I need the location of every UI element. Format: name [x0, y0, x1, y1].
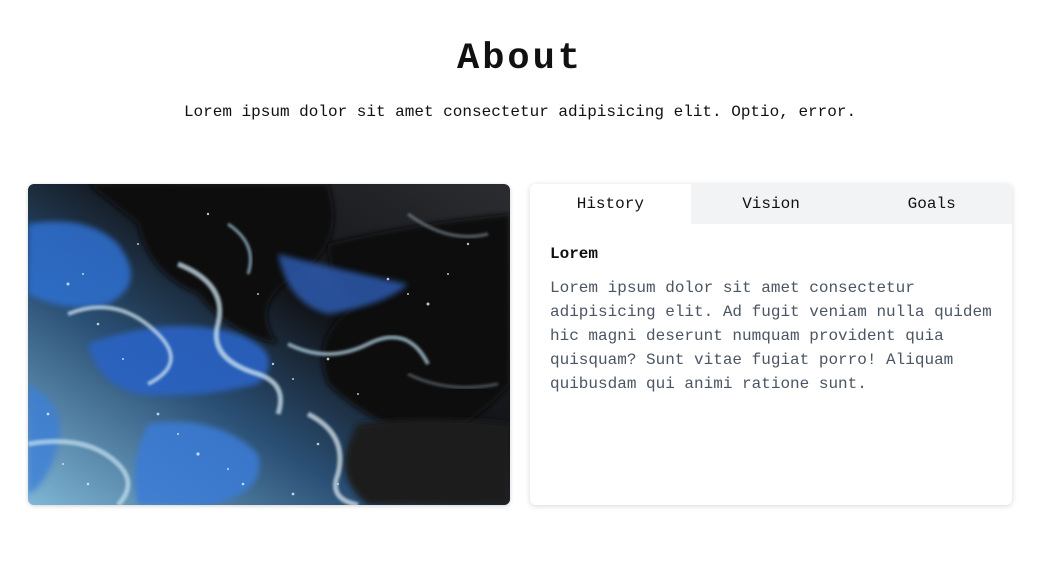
tab-goals[interactable]: Goals: [851, 184, 1012, 224]
panel-heading: Lorem: [550, 245, 599, 263]
tab-bar: History Vision Goals: [530, 184, 1012, 224]
page-subtitle: Lorem ipsum dolor sit amet consectetur a…: [183, 103, 857, 121]
abstract-art-image: [28, 184, 510, 505]
tab-history[interactable]: History: [530, 184, 691, 224]
tab-vision[interactable]: Vision: [690, 184, 852, 224]
about-page: About Lorem ipsum dolor sit amet consect…: [0, 0, 1040, 576]
tab-panel: Lorem Lorem ipsum dolor sit amet consect…: [530, 224, 1012, 396]
page-title: About: [456, 38, 584, 80]
about-tabs-card: History Vision Goals Lorem Lorem ipsum d…: [530, 184, 1012, 505]
panel-body: Lorem ipsum dolor sit amet consectetur a…: [550, 279, 992, 393]
